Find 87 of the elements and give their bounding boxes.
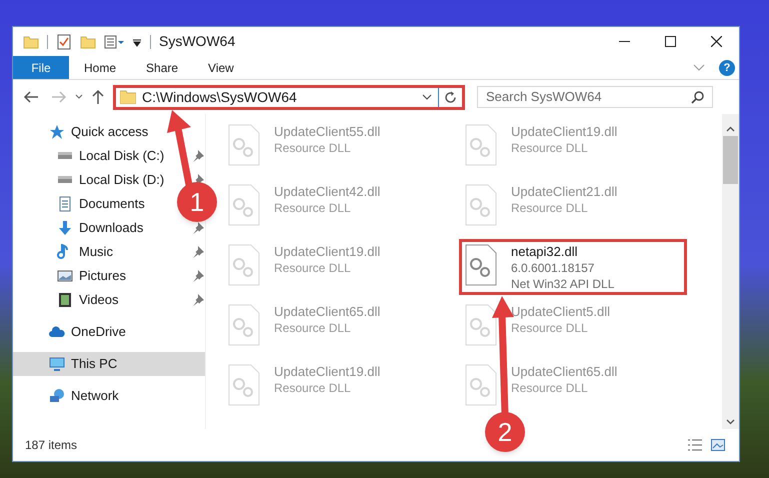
back-arrow-icon[interactable]: [23, 90, 39, 104]
minimize-icon: [618, 41, 630, 42]
scroll-down-chevron-icon[interactable]: [726, 419, 735, 425]
file-detail: Resource DLL: [274, 140, 352, 156]
dll-file-gears-icon: [465, 124, 497, 166]
maximize-icon: [664, 36, 676, 47]
drive-icon: [57, 152, 73, 160]
file-detail: Resource DLL: [511, 140, 589, 156]
search-icon: [691, 90, 704, 104]
file-name: netapi32.dll: [511, 244, 578, 260]
file-detail: Resource DLL: [511, 320, 589, 336]
recent-locations-caret-icon[interactable]: [75, 94, 83, 100]
cloud-icon: [49, 324, 65, 340]
folder-icon: [120, 90, 136, 104]
file-name: UpdateClient65.dll: [274, 304, 380, 320]
dll-file-gears-icon: [228, 124, 260, 166]
sidebar-item[interactable]: Documents: [13, 192, 173, 216]
dll-file-gears-icon: [465, 304, 497, 346]
file-item[interactable]: netapi32.dll 6.0.6001.18157 Net Win32 API DLL: [459, 239, 687, 295]
sidebar-item[interactable]: This PC: [13, 352, 205, 376]
sidebar-item[interactable]: Music: [13, 240, 205, 264]
downloads-icon: [57, 220, 73, 236]
close-icon: [710, 36, 722, 47]
pin-icon[interactable]: [192, 294, 204, 306]
pin-icon[interactable]: [192, 270, 204, 282]
ribbon-tab[interactable]: View: [193, 56, 249, 79]
ribbon-tab[interactable]: File: [13, 56, 69, 79]
file-detail: Resource DLL: [511, 380, 589, 396]
sidebar-item[interactable]: Network: [13, 384, 173, 408]
scroll-up-chevron-icon[interactable]: [726, 126, 735, 132]
dll-file-gears-icon: [465, 364, 497, 406]
help-button[interactable]: ?: [719, 60, 735, 76]
dll-file-gears-icon: [465, 184, 497, 226]
dll-file-gears-icon: [465, 244, 497, 286]
sidebar-item[interactable]: Local Disk (C:): [13, 144, 205, 168]
refresh-icon[interactable]: [444, 90, 457, 104]
expand-ribbon-chevron-icon[interactable]: [693, 64, 705, 72]
pin-icon[interactable]: [192, 222, 204, 234]
search-field[interactable]: Search SysWOW64: [477, 86, 713, 108]
customize-toolbar-caret-icon[interactable]: [132, 36, 142, 46]
dll-file-gears-icon: [228, 304, 260, 346]
address-path: C:\Windows\SysWOW64: [142, 88, 298, 107]
sidebar-item[interactable]: Pictures: [13, 264, 205, 288]
properties-checklist-icon[interactable]: [56, 34, 72, 50]
scrollbar[interactable]: [722, 114, 739, 429]
sidebar-item[interactable]: Quick access: [13, 120, 173, 144]
search-input[interactable]: Search SysWOW64: [486, 87, 691, 107]
file-detail: Resource DLL: [274, 200, 352, 216]
sidebar-item[interactable]: OneDrive: [13, 320, 173, 344]
file-detail: Resource DLL: [274, 380, 352, 396]
ribbon-tab[interactable]: Share: [131, 56, 194, 79]
file-detail: Resource DLL: [274, 260, 352, 276]
videos-icon: [57, 292, 73, 308]
file-name: UpdateClient55.dll: [274, 124, 380, 140]
file-name: UpdateClient21.dll: [511, 184, 618, 200]
sidebar-item[interactable]: Videos: [13, 288, 205, 312]
file-name: UpdateClient5.dll: [511, 304, 610, 320]
scrollbar-thumb[interactable]: [723, 136, 738, 184]
file-detail: 6.0.6001.18157: [511, 260, 596, 276]
file-name: UpdateClient65.dll: [511, 364, 618, 380]
large-icons-view-icon[interactable]: [711, 439, 725, 451]
file-name: UpdateClient19.dll: [274, 244, 380, 260]
address-bar[interactable]: C:\Windows\SysWOW64: [113, 84, 465, 110]
star-icon: [49, 124, 65, 140]
documents-icon: [57, 196, 73, 212]
view-options-icon[interactable]: [104, 34, 126, 50]
computer-icon: [49, 356, 65, 372]
ribbon-tab[interactable]: Home: [69, 56, 132, 79]
dropdown-chevron-icon[interactable]: [422, 94, 432, 100]
file-name: UpdateClient42.dll: [274, 184, 380, 200]
network-icon: [49, 388, 65, 404]
pin-icon[interactable]: [192, 246, 204, 258]
item-count: 187 items: [25, 437, 78, 454]
dll-file-gears-icon: [228, 364, 260, 406]
window-title: SysWOW64: [159, 32, 236, 51]
details-view-icon[interactable]: [687, 439, 703, 451]
file-name: UpdateClient19.dll: [511, 124, 618, 140]
file-name: UpdateClient19.dll: [274, 364, 380, 380]
dll-file-gears-icon: [228, 244, 260, 286]
file-detail: Resource DLL: [274, 320, 352, 336]
file-detail: Net Win32 API DLL: [511, 276, 614, 292]
pin-icon[interactable]: [192, 150, 204, 162]
dll-file-gears-icon: [228, 184, 260, 226]
drive-icon: [57, 176, 73, 184]
pictures-icon: [57, 268, 73, 284]
up-arrow-icon[interactable]: [91, 89, 105, 105]
file-detail: Resource DLL: [511, 200, 589, 216]
